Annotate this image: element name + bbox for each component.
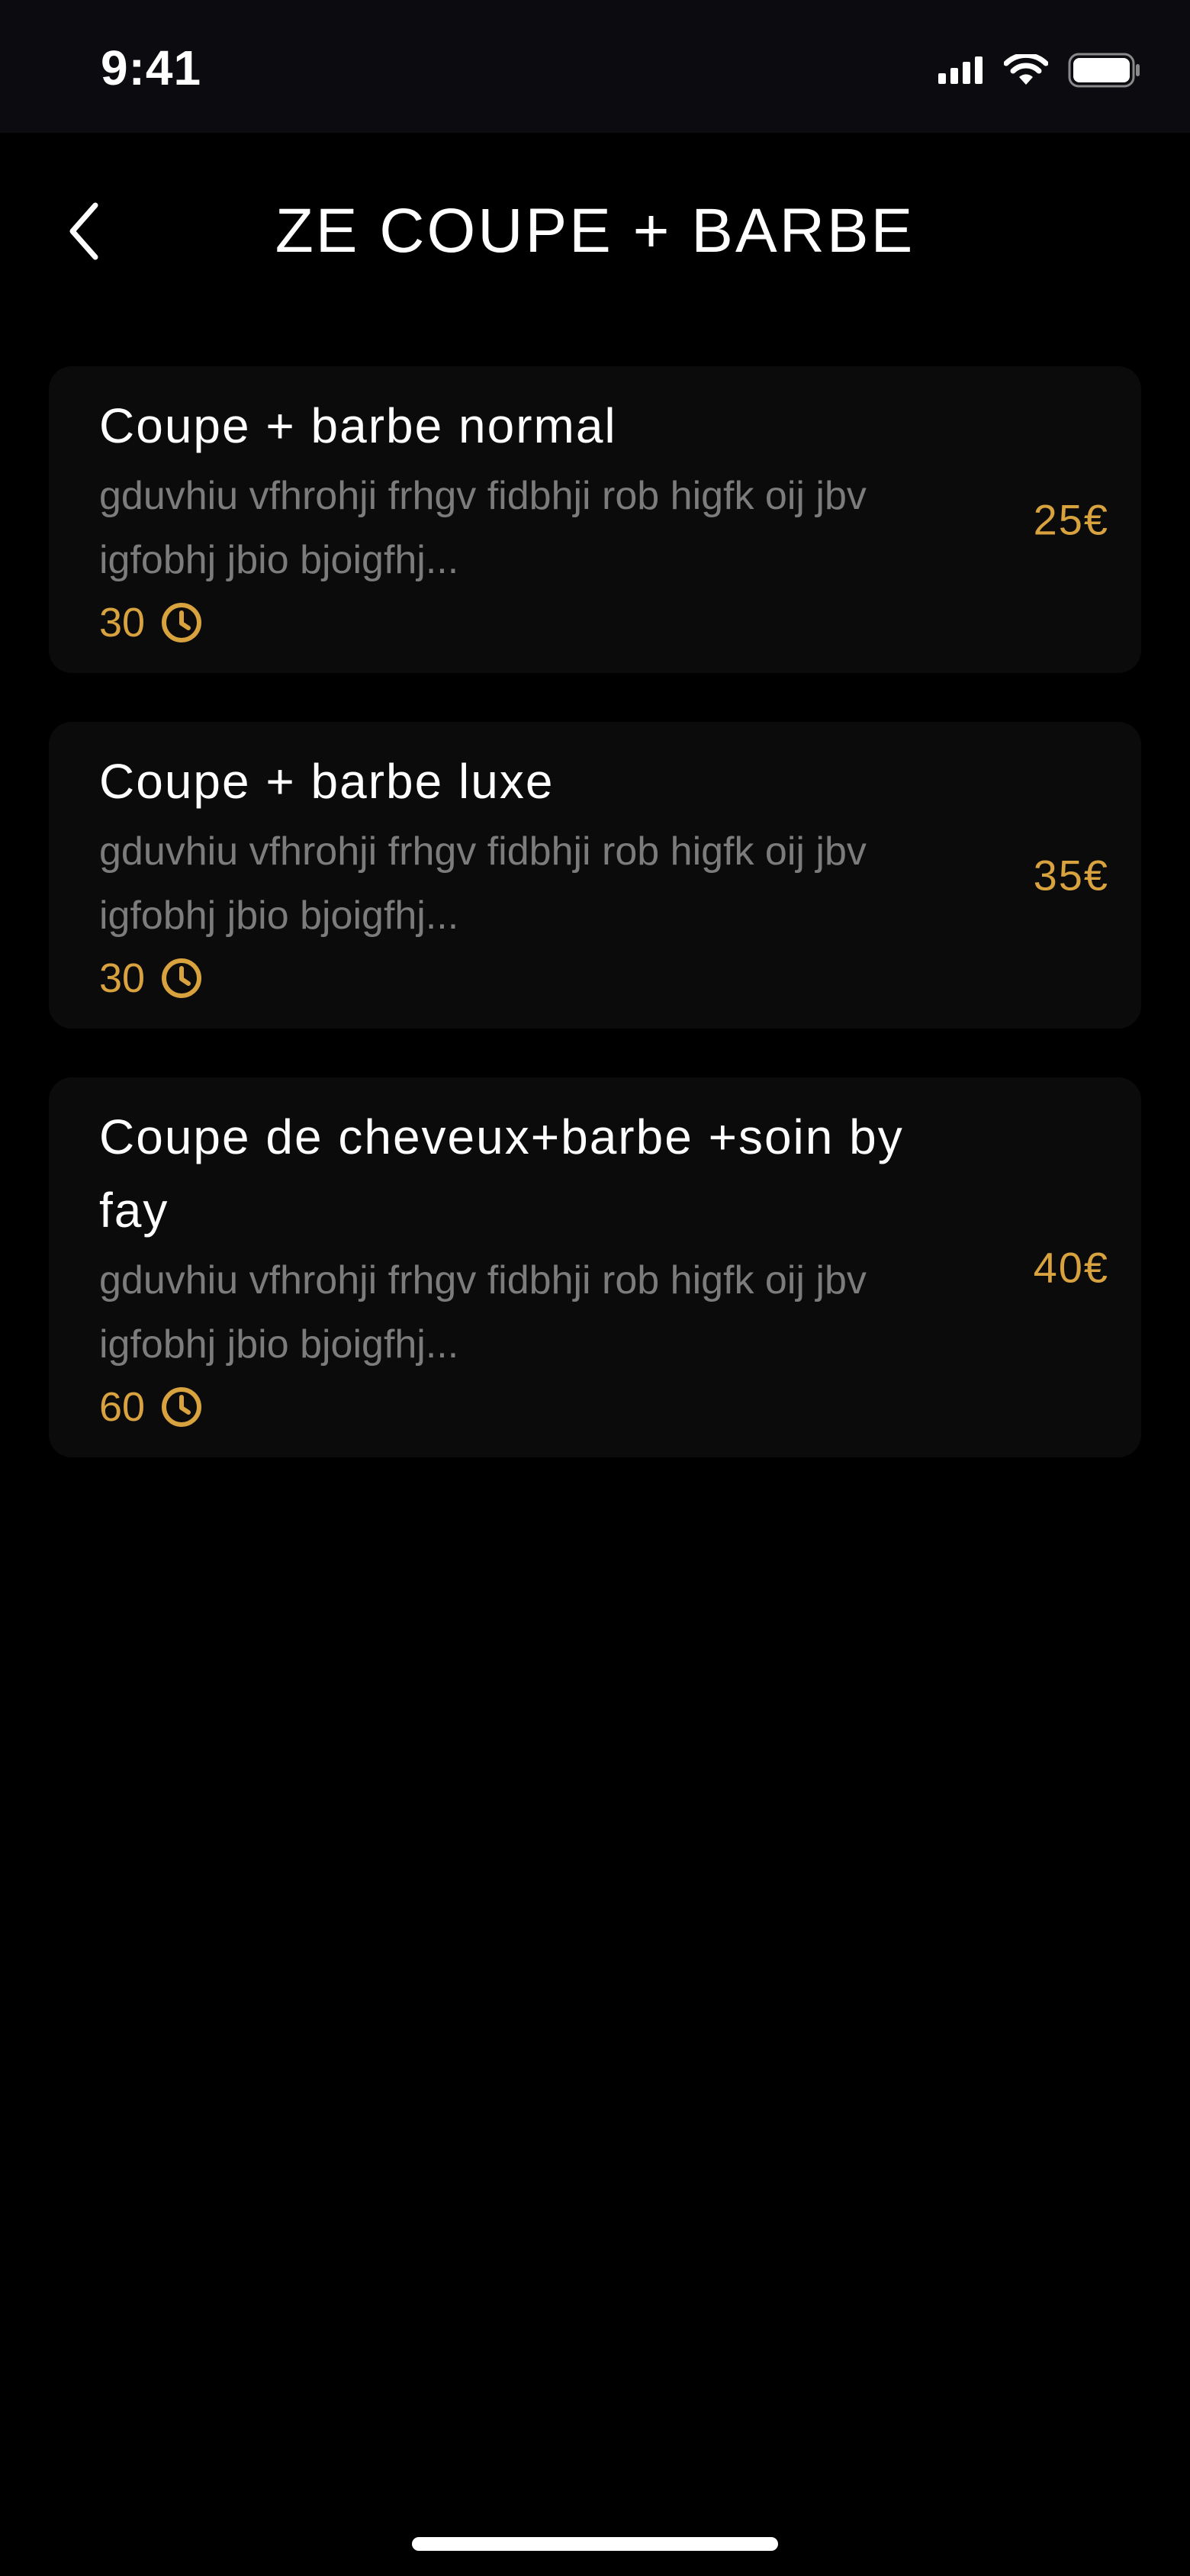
clock-icon — [162, 603, 202, 642]
duration-value: 30 — [99, 600, 146, 646]
service-name: Coupe de cheveux+barbe +soin by fay — [99, 1109, 904, 1238]
service-description: gduvhiu vfhrohji frhgv fidbhji rob higfk… — [99, 829, 867, 938]
back-button[interactable] — [53, 197, 114, 266]
service-description: gduvhiu vfhrohji frhgv fidbhji rob higfk… — [99, 1258, 867, 1367]
service-duration: 30 — [99, 948, 943, 1009]
service-card[interactable]: Coupe de cheveux+barbe +soin by fay gduv… — [49, 1077, 1141, 1457]
service-card[interactable]: Coupe + barbe luxe gduvhiu vfhrohji frhg… — [49, 722, 1141, 1029]
service-name: Coupe + barbe normal — [99, 398, 617, 453]
duration-value: 60 — [99, 1384, 146, 1430]
service-description: gduvhiu vfhrohji frhgv fidbhji rob higfk… — [99, 474, 867, 582]
clock-icon — [162, 958, 202, 998]
wifi-icon — [1004, 54, 1048, 85]
service-duration: 30 — [99, 592, 943, 653]
status-icons — [938, 52, 1141, 89]
header: ZE COUPE + BARBE — [0, 133, 1190, 331]
service-duration: 60 — [99, 1377, 943, 1438]
service-price: 40€ — [1033, 1243, 1109, 1292]
status-bar: 9:41 — [0, 0, 1190, 133]
battery-icon — [1068, 53, 1140, 88]
status-time: 9:41 — [101, 40, 202, 95]
page-title: ZE COUPE + BARBE — [275, 196, 915, 266]
cellular-signal-icon — [938, 56, 983, 84]
service-card[interactable]: Coupe + barbe normal gduvhiu vfhrohji fr… — [49, 366, 1141, 673]
service-list: Coupe + barbe normal gduvhiu vfhrohji fr… — [49, 366, 1141, 1506]
service-price: 25€ — [1033, 495, 1109, 544]
clock-icon — [162, 1387, 202, 1427]
duration-value: 30 — [99, 955, 146, 1001]
home-indicator[interactable] — [412, 2537, 778, 2551]
chevron-left-icon — [69, 202, 98, 260]
service-name: Coupe + barbe luxe — [99, 754, 555, 809]
service-price: 35€ — [1033, 851, 1109, 900]
